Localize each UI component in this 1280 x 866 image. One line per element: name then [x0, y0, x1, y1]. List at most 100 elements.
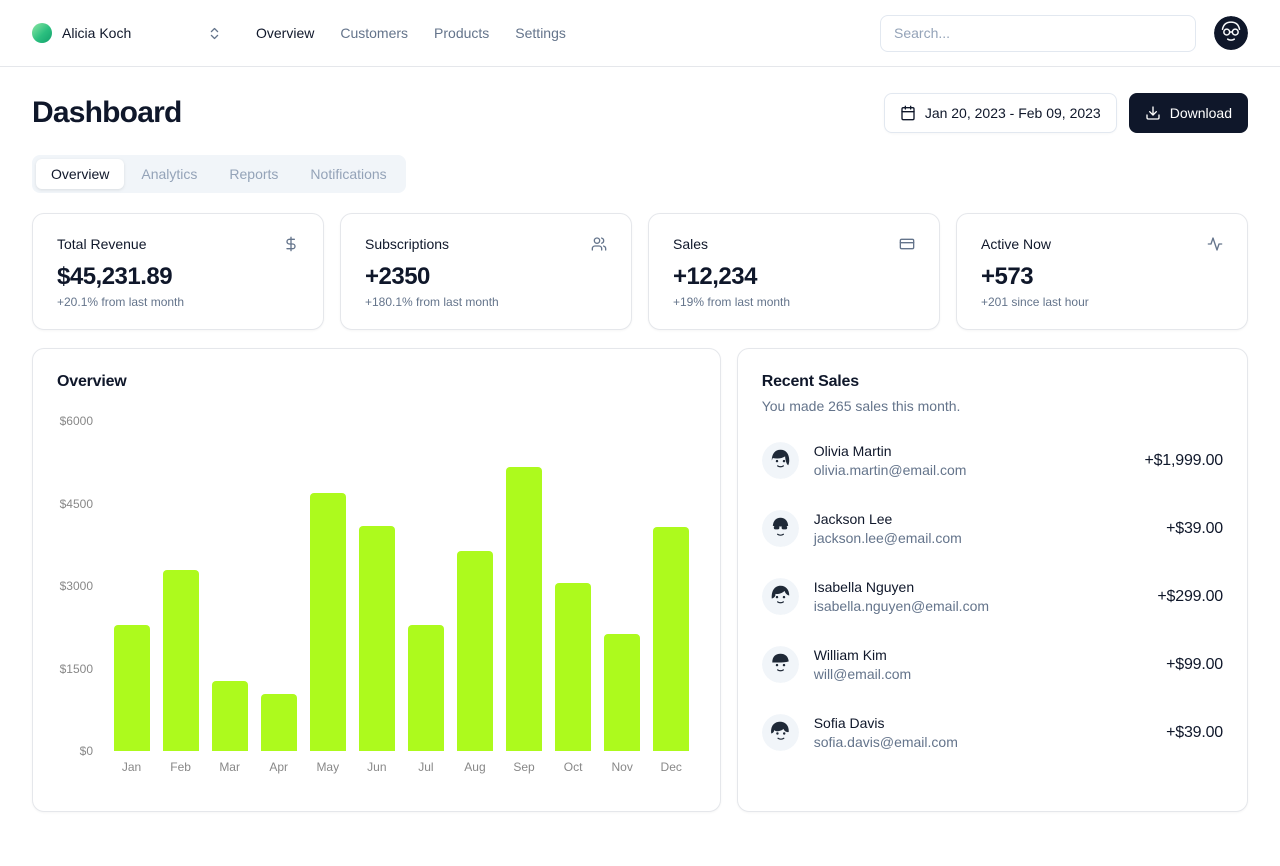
- bar[interactable]: [604, 634, 641, 751]
- sale-email: isabella.nguyen@email.com: [813, 598, 990, 614]
- x-axis-label: Aug: [464, 760, 486, 774]
- x-axis-label: Oct: [563, 760, 583, 774]
- stat-value: +573: [981, 263, 1034, 290]
- sale-email: jackson.lee@email.com: [813, 530, 962, 546]
- sale-row: Jackson Lee jackson.lee@email.com +$39.0…: [761, 510, 1223, 547]
- avatar: [761, 714, 799, 751]
- team-name: Alicia Koch: [62, 25, 132, 41]
- recent-sales-title: Recent Sales: [761, 373, 859, 390]
- download-button[interactable]: Download: [1128, 93, 1248, 133]
- credit-card-icon: [899, 236, 915, 252]
- stat-value: +12,234: [673, 263, 757, 290]
- bar[interactable]: [456, 550, 493, 751]
- sale-name: Jackson Lee: [813, 511, 893, 527]
- stat-change: +201 since last hour: [981, 295, 1089, 309]
- x-axis-label: May: [316, 760, 340, 774]
- download-label: Download: [1169, 105, 1232, 121]
- bar-plot: [107, 421, 696, 751]
- team-switcher[interactable]: Alicia Koch: [32, 23, 222, 43]
- stat-title: Sales: [673, 236, 709, 252]
- team-avatar: [32, 23, 52, 43]
- chart-x-axis: Jan Feb Mar Apr May Jun Jul Aug Sep Oct Nov Dec: [107, 760, 696, 774]
- bar[interactable]: [211, 680, 248, 751]
- tab-overview[interactable]: Overview: [36, 159, 125, 189]
- sale-row: Sofia Davis sofia.davis@email.com +$39.0…: [761, 714, 1223, 751]
- y-axis-tick: $3000: [59, 579, 93, 593]
- stat-value: $45,231.89: [57, 263, 173, 290]
- stat-title: Active Now: [981, 236, 1052, 252]
- x-axis-label: Jun: [367, 760, 387, 774]
- bar[interactable]: [653, 527, 690, 751]
- stats-row: Total Revenue $45,231.89 +20.1% from las…: [32, 213, 1248, 330]
- chart-y-axis: $6000 $4500 $3000 $1500 $0: [57, 414, 107, 758]
- date-range-label: Jan 20, 2023 - Feb 09, 2023: [924, 105, 1101, 121]
- sale-row: Olivia Martin olivia.martin@email.com +$…: [761, 442, 1223, 479]
- sale-email: olivia.martin@email.com: [813, 462, 967, 478]
- x-axis-label: Jul: [418, 760, 434, 774]
- user-avatar[interactable]: [1214, 16, 1248, 50]
- stat-title: Total Revenue: [57, 236, 147, 252]
- nav-customers[interactable]: Customers: [340, 25, 408, 41]
- bar[interactable]: [162, 569, 199, 751]
- bar[interactable]: [309, 492, 346, 751]
- activity-icon: [1207, 236, 1223, 252]
- avatar: [761, 510, 799, 547]
- tab-analytics[interactable]: Analytics: [126, 159, 212, 189]
- x-axis-label: Dec: [660, 760, 682, 774]
- sale-amount: +$39.00: [1166, 519, 1223, 537]
- nav-overview[interactable]: Overview: [256, 25, 314, 41]
- search-input[interactable]: [880, 14, 1196, 52]
- sale-email: sofia.davis@email.com: [813, 734, 958, 750]
- sale-name: Sofia Davis: [813, 715, 885, 731]
- bar[interactable]: [555, 583, 592, 751]
- top-nav-bar: Alicia Koch Overview Customers Products …: [0, 0, 1280, 67]
- recent-sales-list: Olivia Martin olivia.martin@email.com +$…: [761, 442, 1223, 751]
- tab-notifications[interactable]: Notifications: [295, 159, 401, 189]
- sale-row: William Kim will@email.com +$99.00: [761, 646, 1223, 683]
- recent-sales-subtitle: You made 265 sales this month.: [761, 398, 961, 414]
- sale-amount: +$299.00: [1157, 587, 1223, 605]
- avatar: [761, 578, 799, 615]
- page-title: Dashboard: [32, 96, 182, 129]
- bar[interactable]: [260, 693, 297, 751]
- chevrons-up-down-icon: [207, 26, 222, 41]
- avatar: [761, 442, 799, 479]
- y-axis-tick: $0: [79, 744, 93, 758]
- stat-card-active-now: Active Now +573 +201 since last hour: [956, 213, 1248, 330]
- stat-value: +2350: [365, 263, 430, 290]
- chart-title: Overview: [57, 373, 127, 390]
- overview-chart-card: Overview $6000 $4500 $3000 $1500 $0 Jan Feb Ma…: [32, 348, 721, 812]
- sale-row: Isabella Nguyen isabella.nguyen@email.co…: [761, 578, 1223, 615]
- tab-list: Overview Analytics Reports Notifications: [32, 155, 406, 193]
- download-icon: [1145, 105, 1161, 121]
- date-range-picker[interactable]: Jan 20, 2023 - Feb 09, 2023: [883, 93, 1117, 133]
- stat-card-total-revenue: Total Revenue $45,231.89 +20.1% from las…: [32, 213, 324, 330]
- dollar-icon: [283, 236, 299, 252]
- stat-change: +180.1% from last month: [365, 295, 499, 309]
- nav-products[interactable]: Products: [434, 25, 489, 41]
- sale-amount: +$99.00: [1166, 655, 1223, 673]
- users-icon: [591, 236, 607, 252]
- bar[interactable]: [358, 525, 395, 751]
- bar[interactable]: [407, 624, 444, 751]
- y-axis-tick: $6000: [59, 414, 93, 428]
- y-axis-tick: $4500: [59, 496, 93, 511]
- x-axis-label: Mar: [219, 760, 240, 774]
- x-axis-label: Apr: [269, 760, 289, 774]
- bar[interactable]: [506, 467, 543, 751]
- stat-title: Subscriptions: [365, 236, 450, 252]
- sale-name: William Kim: [813, 647, 887, 663]
- sale-email: will@email.com: [813, 666, 912, 682]
- main-nav: Overview Customers Products Settings: [256, 25, 566, 41]
- nav-settings[interactable]: Settings: [515, 25, 566, 41]
- calendar-icon: [900, 105, 916, 121]
- bar[interactable]: [113, 624, 150, 751]
- tab-reports[interactable]: Reports: [214, 159, 293, 189]
- sale-name: Olivia Martin: [813, 443, 892, 459]
- x-axis-label: Feb: [170, 760, 191, 774]
- x-axis-label: Jan: [121, 760, 142, 774]
- avatar: [761, 646, 799, 683]
- stat-change: +20.1% from last month: [57, 295, 185, 309]
- x-axis-label: Sep: [513, 760, 535, 774]
- stat-card-subscriptions: Subscriptions +2350 +180.1% from last mo…: [340, 213, 632, 330]
